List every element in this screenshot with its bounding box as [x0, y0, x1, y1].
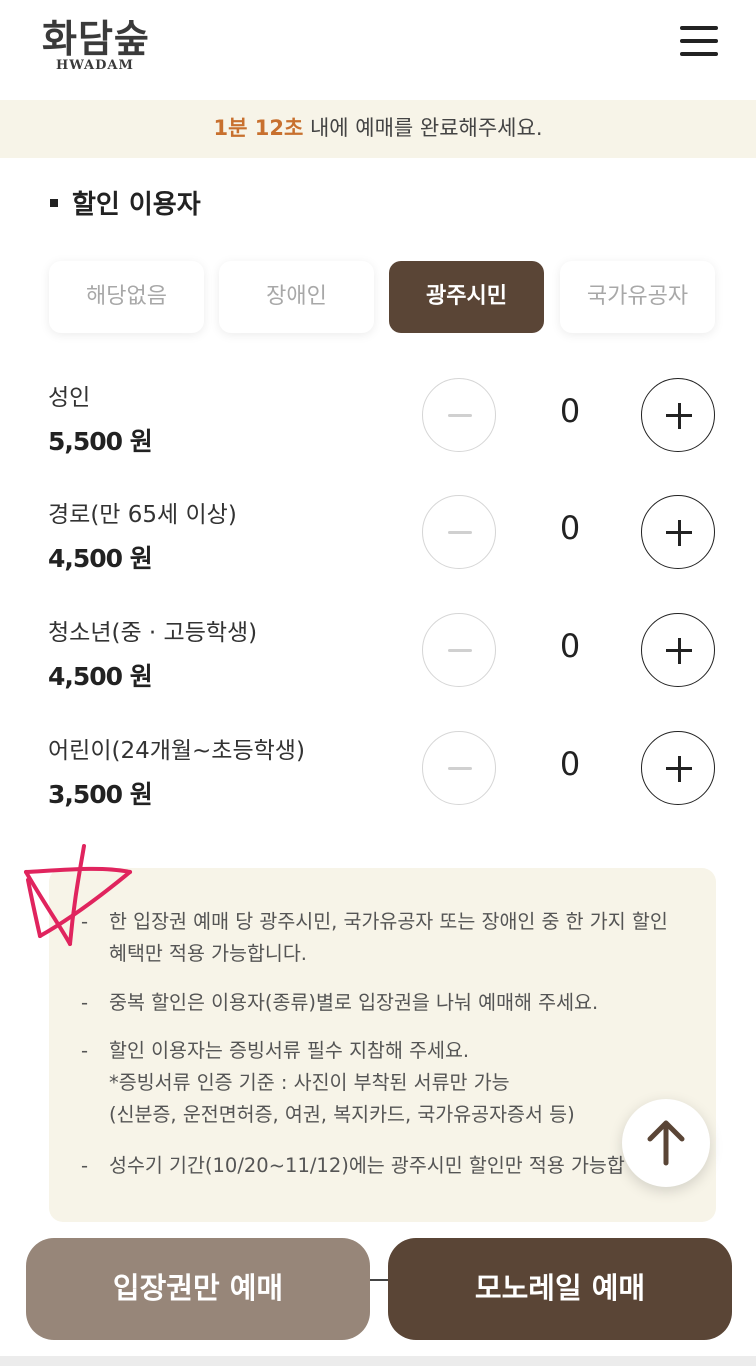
ticket-only-button[interactable]: 입장권만 예매 — [26, 1238, 370, 1340]
quantity-value: 0 — [559, 509, 581, 547]
scroll-to-top-button[interactable] — [622, 1099, 710, 1187]
button-divider — [368, 1279, 390, 1281]
ticket-price: 5,500 원 — [48, 427, 153, 456]
logo-subtitle: HWADAM — [56, 58, 134, 73]
header: 화담숲 HWADAM — [0, 0, 756, 100]
logo[interactable]: 화담숲 — [42, 8, 150, 63]
quantity-value: 0 — [559, 627, 581, 665]
ticket-label: 성인 — [48, 385, 91, 411]
ticket-price: 3,500 원 — [48, 780, 153, 809]
discount-chip-national-merit[interactable]: 국가유공자 — [560, 261, 715, 333]
ticket-row-child: 어린이(24개월~초등학생) 3,500 원 0 — [0, 731, 756, 841]
notice-text: *증빙서류 인증 기준 : 사진이 부착된 서류만 가능 — [109, 1071, 510, 1094]
bottom-strip — [0, 1356, 756, 1366]
notice-text: 한 입장권 예매 당 광주시민, 국가유공자 또는 장애인 중 한 가지 할인 — [109, 910, 668, 933]
discount-chip-gwangju-citizen[interactable]: 광주시민 — [389, 261, 544, 333]
discount-chip-none[interactable]: 해당없음 — [49, 261, 204, 333]
minus-icon[interactable] — [422, 613, 496, 687]
timer-banner: 1분 12초 내에 예매를 완료해주세요. — [0, 100, 756, 158]
plus-icon[interactable] — [641, 378, 715, 452]
quantity-value: 0 — [559, 745, 581, 783]
plus-icon[interactable] — [641, 613, 715, 687]
section-title: 할인 이용자 — [50, 184, 201, 221]
notice-text: 성수기 기간(10/20~11/12)에는 광주시민 할인만 적용 가능합 — [109, 1154, 625, 1177]
ticket-row-adult: 성인 5,500 원 0 — [0, 378, 756, 488]
notice-dash: - — [81, 1039, 89, 1062]
bullet-icon — [50, 198, 58, 207]
countdown-time: 1분 12초 — [213, 116, 304, 140]
notice-box: - 한 입장권 예매 당 광주시민, 국가유공자 또는 장애인 중 한 가지 할… — [49, 868, 716, 1222]
arrow-up-icon — [647, 1120, 685, 1166]
handwritten-annotation-icon — [24, 844, 132, 946]
notice-dash: - — [81, 991, 89, 1014]
notice-text: 할인 이용자는 증빙서류 필수 지참해 주세요. — [109, 1039, 470, 1062]
notice-text: 혜택만 적용 가능합니다. — [109, 942, 307, 965]
ticket-label: 경로(만 65세 이상) — [48, 502, 237, 528]
notice-dash: - — [81, 1154, 89, 1177]
discount-chip-disabled[interactable]: 장애인 — [219, 261, 374, 333]
notice-text: 중복 할인은 이용자(종류)별로 입장권을 나눠 예매해 주세요. — [109, 991, 599, 1014]
minus-icon[interactable] — [422, 495, 496, 569]
timer-message: 내에 예매를 완료해주세요. — [303, 116, 543, 140]
quantity-value: 0 — [559, 392, 581, 430]
hamburger-menu-icon[interactable] — [680, 24, 718, 58]
ticket-price: 4,500 원 — [48, 662, 153, 691]
section-title-text: 할인 이용자 — [72, 190, 201, 220]
minus-icon[interactable] — [422, 378, 496, 452]
ticket-label: 어린이(24개월~초등학생) — [48, 738, 305, 764]
plus-icon[interactable] — [641, 731, 715, 805]
minus-icon[interactable] — [422, 731, 496, 805]
monorail-button[interactable]: 모노레일 예매 — [388, 1238, 732, 1340]
ticket-label: 청소년(중 · 고등학생) — [48, 620, 258, 646]
ticket-row-senior: 경로(만 65세 이상) 4,500 원 0 — [0, 495, 756, 605]
ticket-row-youth: 청소년(중 · 고등학생) 4,500 원 0 — [0, 613, 756, 723]
plus-icon[interactable] — [641, 495, 715, 569]
notice-text: (신분증, 운전면허증, 여권, 복지카드, 국가유공자증서 등) — [109, 1103, 575, 1126]
ticket-price: 4,500 원 — [48, 544, 153, 573]
